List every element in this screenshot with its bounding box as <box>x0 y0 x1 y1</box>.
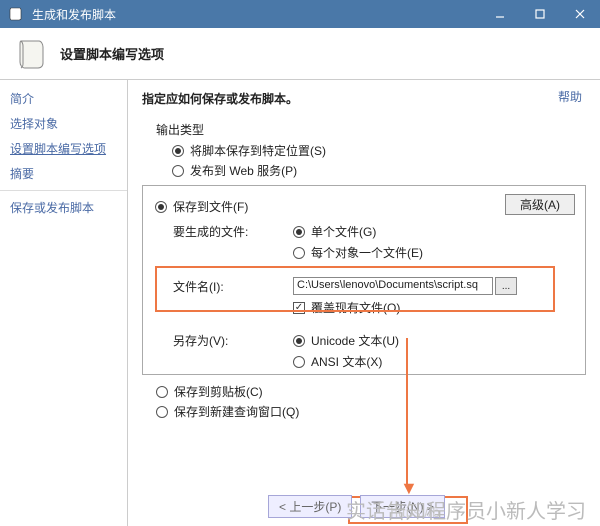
titlebar: 生成和发布脚本 <box>0 0 600 28</box>
sidebar-item-script-options[interactable]: 设置脚本编写选项 <box>0 136 127 161</box>
sidebar: 简介 选择对象 设置脚本编写选项 摘要 保存或发布脚本 <box>0 80 128 526</box>
next-button[interactable]: 下一步(N) > <box>360 495 445 518</box>
radio-icon <box>172 165 184 177</box>
app-icon <box>6 4 26 24</box>
save-as-label: 另存为(V): <box>173 332 263 349</box>
radio-single-file-label[interactable]: 单个文件(G) <box>311 223 376 240</box>
script-icon <box>14 36 50 72</box>
output-type-label: 输出类型 <box>156 121 586 138</box>
radio-icon <box>293 226 305 238</box>
page-title: 设置脚本编写选项 <box>60 44 164 63</box>
sidebar-item-summary[interactable]: 摘要 <box>0 161 127 186</box>
page-header: 设置脚本编写选项 <box>0 28 600 80</box>
radio-icon <box>293 247 305 259</box>
radio-publish-web-label: 发布到 Web 服务(P) <box>190 162 297 179</box>
radio-clipboard-label: 保存到剪贴板(C) <box>174 383 263 400</box>
sidebar-item-select-objects[interactable]: 选择对象 <box>0 111 127 136</box>
radio-save-specific-row[interactable]: 将脚本保存到特定位置(S) <box>172 142 586 159</box>
save-to-file-group: 高级(A) 保存到文件(F) 要生成的文件: 单个文件(G) 每个对象一个文件(… <box>142 185 586 375</box>
window-title: 生成和发布脚本 <box>32 6 480 23</box>
close-button[interactable] <box>560 0 600 28</box>
minimize-button[interactable] <box>480 0 520 28</box>
maximize-button[interactable] <box>520 0 560 28</box>
radio-publish-web-row[interactable]: 发布到 Web 服务(P) <box>172 162 586 179</box>
radio-per-object-label[interactable]: 每个对象一个文件(E) <box>311 244 423 261</box>
sidebar-item-save-publish[interactable]: 保存或发布脚本 <box>0 195 127 220</box>
sidebar-item-intro[interactable]: 简介 <box>0 86 127 111</box>
content-heading: 指定应如何保存或发布脚本。 <box>142 90 586 107</box>
radio-new-query-label: 保存到新建查询窗口(Q) <box>174 403 299 420</box>
radio-icon <box>293 335 305 347</box>
annotation-arrow <box>406 338 408 488</box>
files-to-generate-label: 要生成的文件: <box>173 223 263 240</box>
radio-icon <box>156 406 168 418</box>
radio-new-query-row[interactable]: 保存到新建查询窗口(Q) <box>156 403 586 420</box>
help-link[interactable]: 帮助 <box>558 88 582 105</box>
advanced-button[interactable]: 高级(A) <box>505 194 575 215</box>
radio-ansi-label[interactable]: ANSI 文本(X) <box>311 353 382 370</box>
radio-icon <box>172 145 184 157</box>
radio-icon <box>293 356 305 368</box>
radio-unicode-label[interactable]: Unicode 文本(U) <box>311 332 399 349</box>
radio-icon <box>156 386 168 398</box>
content-pane: 帮助 指定应如何保存或发布脚本。 输出类型 将脚本保存到特定位置(S) 发布到 … <box>128 80 600 526</box>
highlight-filename <box>155 266 555 312</box>
radio-save-specific-label: 将脚本保存到特定位置(S) <box>190 142 326 159</box>
prev-button[interactable]: < 上一步(P) <box>268 495 352 518</box>
radio-clipboard-row[interactable]: 保存到剪贴板(C) <box>156 383 586 400</box>
save-to-file-label[interactable]: 保存到文件(F) <box>173 198 248 215</box>
radio-icon <box>155 201 167 213</box>
